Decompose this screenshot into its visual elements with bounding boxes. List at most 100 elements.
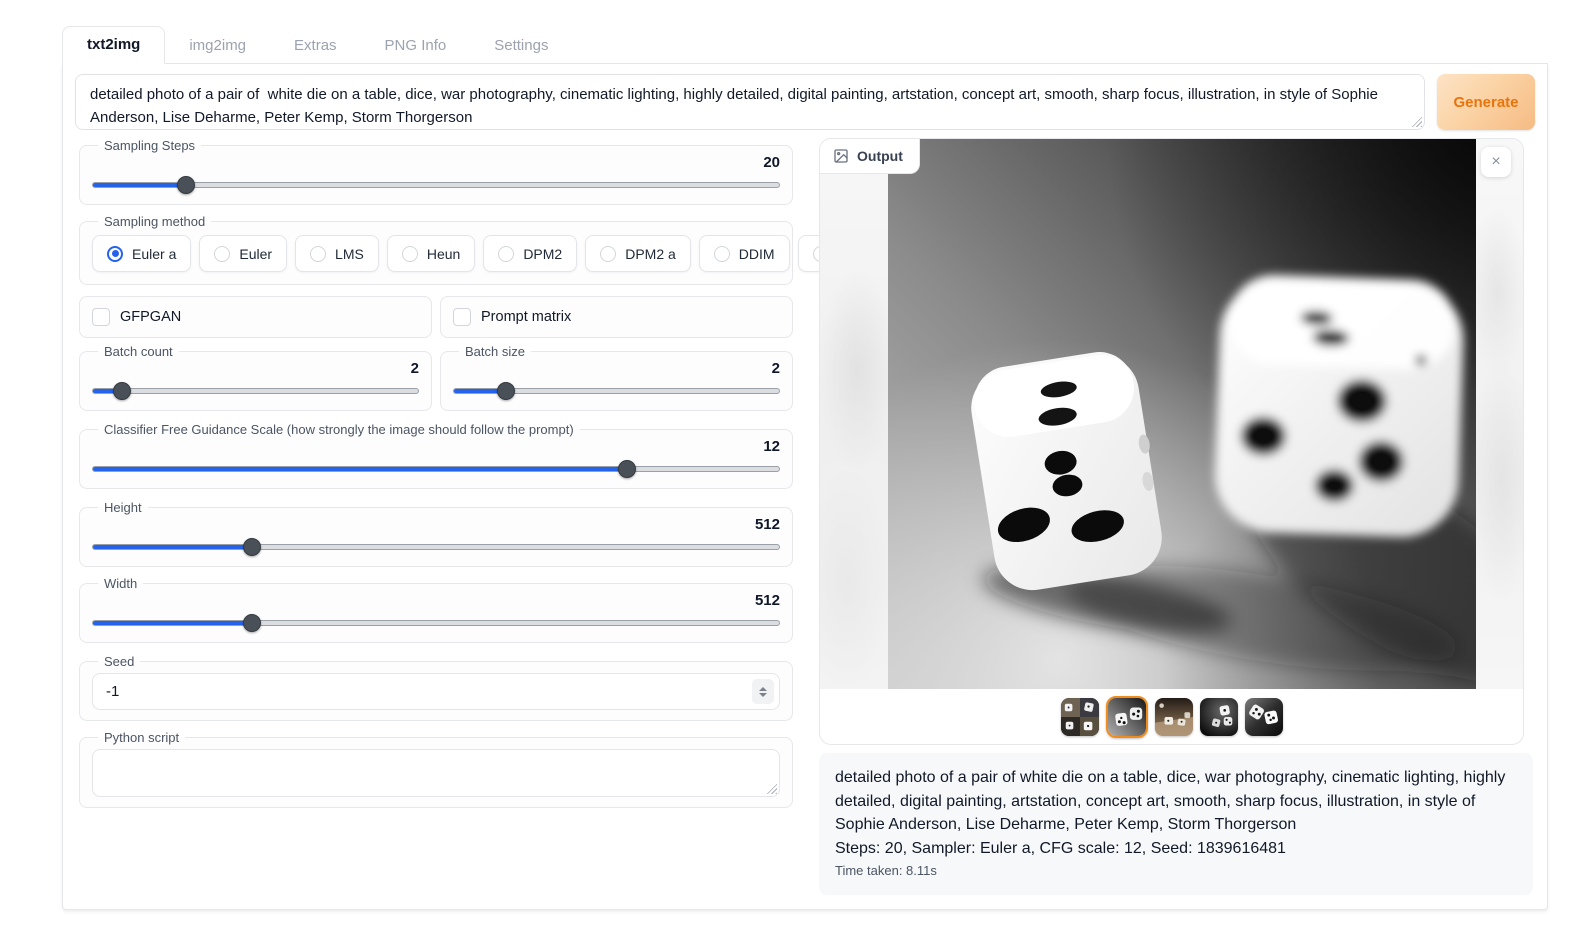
radio-heun[interactable]: Heun	[387, 235, 475, 272]
gallery-thumbnail-dice-collage[interactable]	[1061, 698, 1099, 736]
height-slider[interactable]	[92, 538, 780, 556]
tab-PNG Info[interactable]: PNG Info	[361, 28, 471, 64]
slider-thumb[interactable]	[243, 614, 261, 632]
radio-ddim[interactable]: DDIM	[699, 235, 790, 272]
width-value: 512	[92, 592, 780, 610]
gfpgan-checkbox[interactable]	[92, 308, 110, 326]
radio-label: LMS	[335, 246, 364, 262]
radio-circle-icon	[600, 246, 616, 262]
cfg-scale-value: 12	[92, 438, 780, 456]
radio-label: Heun	[427, 246, 460, 262]
gfpgan-label: GFPGAN	[120, 309, 181, 325]
radio-euler-a[interactable]: Euler a	[92, 235, 191, 272]
python-script-group: Python script	[79, 730, 793, 808]
close-button[interactable]: ×	[1481, 147, 1511, 177]
radio-label: DPM2	[523, 246, 562, 262]
output-info-prompt: detailed photo of a pair of white die on…	[835, 766, 1517, 837]
radio-euler[interactable]: Euler	[199, 235, 287, 272]
tab-Settings[interactable]: Settings	[470, 28, 572, 64]
txt2img-panel: detailed photo of a pair of white die on…	[62, 64, 1548, 910]
gallery-thumbnail-dice-dark-scene[interactable]	[1200, 698, 1238, 736]
gallery-thumbnail-dice-pair[interactable]	[1106, 696, 1148, 738]
gallery-blur-left	[820, 139, 888, 689]
output-panel-header: Output	[820, 139, 920, 174]
gallery-thumbnail-dice-on-table[interactable]	[1155, 698, 1193, 736]
tab-txt2img[interactable]: txt2img	[62, 26, 165, 64]
cfg-scale-group: Classifier Free Guidance Scale (how stro…	[79, 422, 793, 489]
prompt-matrix-label: Prompt matrix	[481, 309, 571, 325]
image-icon	[833, 148, 849, 164]
cfg-scale-slider[interactable]	[92, 460, 780, 478]
output-panel-label: Output	[857, 148, 903, 164]
gallery-thumbnails	[820, 689, 1523, 744]
sampling-steps-label: Sampling Steps	[98, 138, 201, 153]
tab-bar: txt2imgimg2imgExtrasPNG InfoSettings	[62, 25, 1548, 64]
sampling-method-options: Euler aEulerLMSHeunDPM2DPM2 aDDIMPLMS	[92, 235, 780, 272]
spinner-up-icon[interactable]	[759, 687, 767, 691]
settings-column: Sampling Steps 20 Sampling method Euler …	[79, 138, 793, 895]
app-root: txt2imgimg2imgExtrasPNG InfoSettings det…	[0, 0, 1594, 910]
height-label: Height	[98, 500, 148, 515]
width-slider[interactable]	[92, 614, 780, 632]
gfpgan-column: GFPGAN Batch count 2	[79, 296, 432, 411]
batch-count-group: Batch count 2	[79, 344, 432, 411]
sampling-method-group: Sampling method Euler a Euler LMS Heun DPM2 D…	[79, 214, 793, 285]
radio-circle-icon	[107, 246, 123, 262]
prompt-matrix-checkbox-row[interactable]: Prompt matrix	[440, 296, 793, 338]
radio-label: DDIM	[739, 246, 775, 262]
slider-thumb[interactable]	[618, 460, 636, 478]
output-info-panel: detailed photo of a pair of white die on…	[819, 753, 1533, 895]
seed-input-wrap	[92, 673, 780, 710]
output-info-time: Time taken: 8.11s	[835, 863, 1517, 878]
radio-circle-icon	[402, 246, 418, 262]
batch-size-group: Batch size 2	[440, 344, 793, 411]
sampling-method-label: Sampling method	[98, 214, 211, 229]
prompt-matrix-checkbox[interactable]	[453, 308, 471, 326]
sampling-steps-group: Sampling Steps 20	[79, 138, 793, 205]
radio-circle-icon	[214, 246, 230, 262]
generated-image[interactable]	[888, 139, 1476, 689]
batch-count-value: 2	[92, 360, 419, 378]
height-group: Height 512	[79, 500, 793, 567]
radio-circle-icon	[498, 246, 514, 262]
prompt-field-wrap: detailed photo of a pair of white die on…	[75, 74, 1425, 130]
radio-circle-icon	[714, 246, 730, 262]
gallery-thumbnail-dice-tilted-pair[interactable]	[1245, 698, 1283, 736]
seed-input[interactable]	[93, 674, 779, 709]
slider-thumb[interactable]	[177, 176, 195, 194]
radio-dpm2-a[interactable]: DPM2 a	[585, 235, 691, 272]
width-group: Width 512	[79, 576, 793, 643]
tab-img2img[interactable]: img2img	[165, 28, 270, 64]
output-panel: Output ×	[819, 138, 1524, 745]
radio-label: DPM2 a	[625, 246, 676, 262]
seed-label: Seed	[98, 654, 140, 669]
batch-size-value: 2	[453, 360, 780, 378]
batch-size-slider[interactable]	[453, 382, 780, 400]
width-label: Width	[98, 576, 143, 591]
gallery-blur-right	[1476, 139, 1523, 689]
main-row: Sampling Steps 20 Sampling method Euler …	[75, 138, 1535, 895]
output-column: Output ×	[819, 138, 1533, 895]
gfpgan-checkbox-row[interactable]: GFPGAN	[79, 296, 432, 338]
python-script-input[interactable]	[92, 749, 780, 797]
seed-spinner[interactable]	[752, 679, 774, 704]
batch-count-slider[interactable]	[92, 382, 419, 400]
slider-thumb[interactable]	[243, 538, 261, 556]
radio-circle-icon	[310, 246, 326, 262]
batch-count-label: Batch count	[98, 344, 179, 359]
spinner-down-icon[interactable]	[759, 693, 767, 697]
sampling-steps-slider[interactable]	[92, 176, 780, 194]
slider-thumb[interactable]	[113, 382, 131, 400]
generate-button[interactable]: Generate	[1437, 74, 1535, 130]
radio-dpm2[interactable]: DPM2	[483, 235, 577, 272]
slider-thumb[interactable]	[497, 382, 515, 400]
python-script-wrap	[92, 749, 780, 797]
prompt-row: detailed photo of a pair of white die on…	[75, 74, 1535, 130]
radio-label: Euler a	[132, 246, 176, 262]
prompt-input[interactable]: detailed photo of a pair of white die on…	[75, 74, 1425, 130]
radio-lms[interactable]: LMS	[295, 235, 379, 272]
height-value: 512	[92, 516, 780, 534]
tab-Extras[interactable]: Extras	[270, 28, 361, 64]
sampling-steps-value: 20	[92, 154, 780, 172]
batch-size-label: Batch size	[459, 344, 531, 359]
